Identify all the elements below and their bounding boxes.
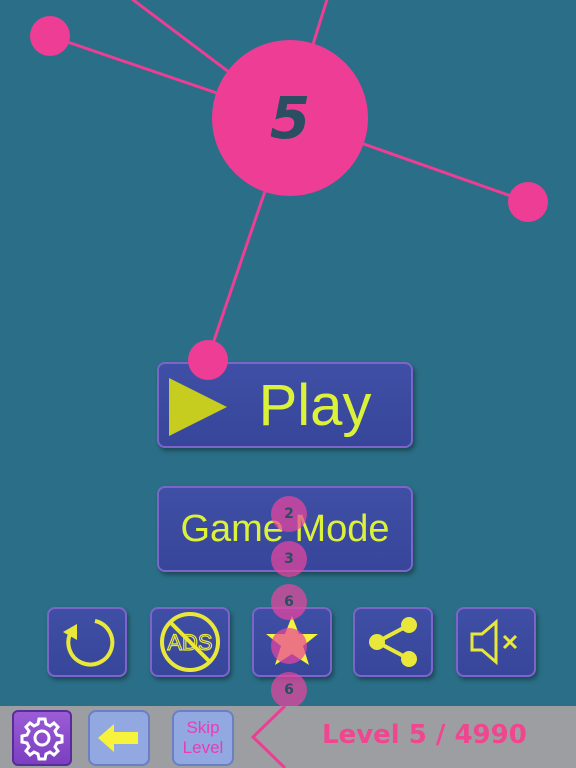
queued-pin: 2 — [271, 496, 307, 532]
mute-icon — [470, 618, 518, 666]
play-label: Play — [258, 372, 372, 438]
queued-pin: 3 — [271, 541, 307, 577]
queued-pin — [271, 628, 307, 664]
restart-icon — [63, 619, 115, 667]
share-button[interactable] — [353, 607, 433, 677]
level-label: Level — [182, 738, 224, 757]
gear-icon — [20, 717, 64, 761]
pin-dot — [188, 340, 228, 380]
pin-dot — [30, 16, 70, 56]
pin-dot — [508, 182, 548, 222]
level-number: 5 — [269, 84, 311, 152]
skip-level-button[interactable]: Skip Level — [172, 710, 234, 766]
queued-pin: 6 — [271, 584, 307, 620]
back-button[interactable] — [88, 710, 150, 766]
level-progress-text: Level 5 / 4990 — [322, 720, 527, 750]
sound-toggle-button[interactable] — [456, 607, 536, 677]
no-ads-icon: ADS — [160, 612, 220, 672]
play-icon — [169, 378, 227, 436]
share-icon — [369, 617, 417, 667]
remove-ads-button[interactable]: ADS — [150, 607, 230, 677]
settings-button[interactable] — [12, 710, 72, 766]
queued-pin: 6 — [271, 672, 307, 708]
skip-label: Skip — [186, 718, 220, 737]
restart-button[interactable] — [47, 607, 127, 677]
arrow-left-icon — [98, 724, 138, 752]
chevron-decoration — [250, 706, 287, 768]
bottom-bar: Skip Level Level 5 / 4990 — [0, 706, 576, 768]
svg-text:ADS: ADS — [167, 630, 212, 655]
